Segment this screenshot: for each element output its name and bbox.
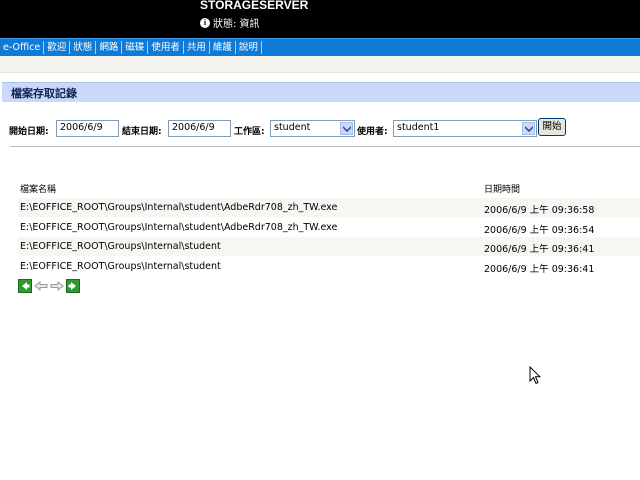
server-name: STORAGESERVER (200, 0, 309, 12)
end-date-label: 結束日期: (122, 127, 162, 137)
end-date-input[interactable]: 2006/6/9 (168, 120, 231, 137)
section-header: 檔案存取記錄 (2, 82, 640, 102)
info-icon: i (200, 17, 210, 28)
user-label: 使用者: (357, 127, 388, 137)
file-time: 2006/6/9 上午 09:36:41 (484, 264, 595, 275)
chevron-down-icon[interactable] (522, 122, 535, 135)
nav-item-status[interactable]: 狀態 (70, 41, 97, 54)
nav-item-shares[interactable]: 共用 (184, 41, 210, 54)
table-row: E:\EOFFICE_ROOT\Groups\Internal\student … (18, 257, 640, 276)
start-date-input[interactable]: 2006/6/9 (56, 120, 119, 137)
column-header-datetime: 日期時間 (484, 185, 521, 195)
file-path: E:\EOFFICE_ROOT\Groups\Internal\student\… (20, 222, 338, 233)
sub-nav-strip (0, 56, 640, 73)
top-bar: STORAGESERVER i 狀態: 資訊 (0, 0, 640, 38)
nav-bar: e-Office 歡迎 狀態 網路 磁碟 使用者 共用 維護 說明 (0, 38, 640, 56)
nav-item-eoffice[interactable]: e-Office (0, 41, 45, 54)
file-time: 2006/6/9 上午 09:36:58 (484, 205, 595, 216)
last-page-icon[interactable] (66, 279, 80, 293)
table-row: E:\EOFFICE_ROOT\Groups\Internal\student … (18, 237, 640, 256)
file-path: E:\EOFFICE_ROOT\Groups\Internal\student (20, 261, 221, 272)
start-date-label: 開始日期: (9, 127, 49, 137)
nav-item-welcome[interactable]: 歡迎 (44, 41, 71, 54)
user-select[interactable]: student1 (393, 120, 537, 137)
first-page-icon[interactable] (18, 279, 32, 293)
nav-item-help[interactable]: 說明 (236, 41, 262, 54)
table-row: E:\EOFFICE_ROOT\Groups\Internal\student\… (18, 218, 640, 237)
nav-item-users[interactable]: 使用者 (148, 41, 184, 54)
nav-item-network[interactable]: 網路 (96, 41, 123, 54)
divider (10, 146, 640, 147)
workspace-label: 工作區: (234, 127, 265, 137)
page-title: 檔案存取記錄 (11, 87, 77, 100)
nav-item-disk[interactable]: 磁碟 (122, 41, 149, 54)
nav-item-maintenance[interactable]: 維護 (210, 41, 236, 54)
table-row: E:\EOFFICE_ROOT\Groups\Internal\student\… (18, 198, 640, 217)
workspace-value: student (274, 122, 311, 133)
file-time: 2006/6/9 上午 09:36:41 (484, 244, 595, 255)
workspace-select[interactable]: student (270, 120, 355, 137)
column-header-filename: 檔案名稱 (20, 185, 57, 195)
next-page-icon[interactable] (50, 279, 64, 293)
file-path: E:\EOFFICE_ROOT\Groups\Internal\student (20, 241, 221, 252)
open-button[interactable]: 開始 (538, 118, 566, 136)
file-path: E:\EOFFICE_ROOT\Groups\Internal\student\… (20, 202, 338, 213)
prev-page-icon[interactable] (34, 279, 48, 293)
pager (18, 279, 80, 293)
user-value: student1 (397, 122, 440, 133)
status-line: i 狀態: 資訊 (200, 15, 260, 30)
file-time: 2006/6/9 上午 09:36:54 (484, 225, 595, 236)
mouse-cursor-icon (529, 366, 541, 385)
status-text: 狀態: 資訊 (213, 19, 260, 30)
chevron-down-icon[interactable] (340, 122, 353, 135)
